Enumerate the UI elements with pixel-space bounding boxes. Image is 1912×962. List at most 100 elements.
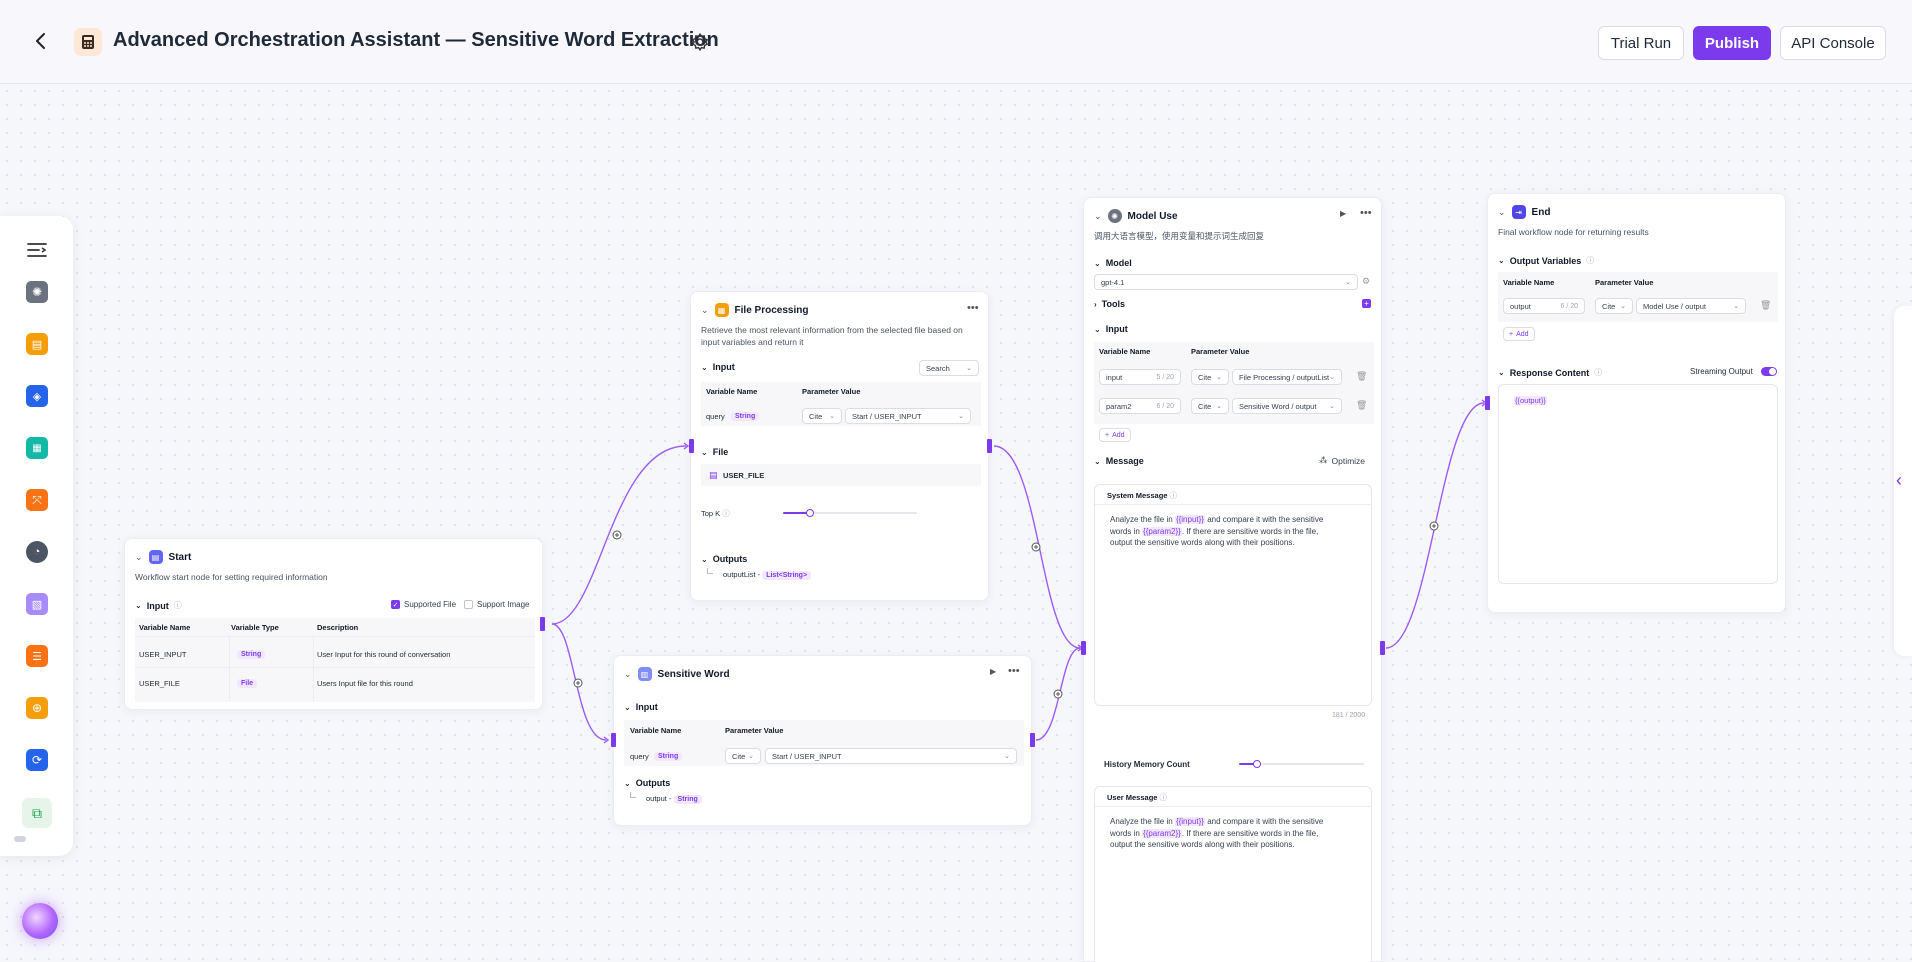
checkbox-unchecked-icon[interactable]: [464, 600, 473, 609]
supported-file-checkbox[interactable]: ✓ Supported File: [391, 600, 456, 609]
add-variable-button[interactable]: + Add: [1099, 428, 1131, 442]
collapse-chevron-icon[interactable]: ⌄: [1094, 211, 1102, 222]
model-label: Model: [1105, 258, 1132, 268]
model-section-header[interactable]: ⌄ Model: [1094, 258, 1132, 268]
variable-name-input[interactable]: output 6 / 20: [1503, 298, 1585, 314]
parameter-value-select[interactable]: Start / USER_INPUT ⌄: [845, 408, 971, 424]
system-message-label: System Message ⓘ: [1107, 491, 1178, 500]
node-title: File Processing: [734, 304, 809, 316]
response-content-value[interactable]: {{output}}: [1514, 396, 1547, 405]
file-section-header[interactable]: ⌄ File: [701, 447, 728, 457]
type-badge: String: [654, 751, 683, 761]
response-content-label: Response Content: [1509, 367, 1590, 378]
model-select[interactable]: gpt-4.1 ⌄: [1094, 274, 1358, 290]
input-label: Input: [1105, 324, 1128, 334]
file-processing-input-handle[interactable]: [689, 439, 694, 453]
collapse-chevron-icon[interactable]: ⌄: [135, 552, 143, 563]
node-description-line2: input variables and return it: [701, 337, 804, 347]
input-section-header[interactable]: ⌄ Input: [1094, 324, 1128, 334]
parameter-value-select[interactable]: File Processing / outputList ⌄: [1232, 369, 1342, 385]
type-badge: String: [731, 411, 760, 421]
chevron-left-icon[interactable]: ‹: [1896, 470, 1902, 491]
parameter-value-select[interactable]: Model Use / output ⌄: [1636, 298, 1746, 314]
streaming-output-label: Streaming Output: [1690, 367, 1753, 376]
node-description-line1: Retrieve the most relevant information f…: [701, 325, 963, 335]
column-header: Description: [317, 623, 359, 632]
user-message-editor[interactable]: [1094, 786, 1372, 962]
delete-icon[interactable]: 🗑: [1356, 371, 1367, 382]
node-title: Sensitive Word: [657, 668, 730, 680]
model-settings-icon[interactable]: ⚙: [1362, 276, 1370, 287]
search-mode-select[interactable]: Search ⌄: [919, 360, 979, 376]
response-content-editor[interactable]: [1498, 384, 1778, 584]
variable-name: USER_FILE: [139, 679, 180, 688]
start-output-handle[interactable]: [540, 617, 545, 631]
tools-section-header[interactable]: › Tools: [1094, 299, 1125, 309]
topk-slider-thumb[interactable]: [806, 509, 814, 517]
user-message-text[interactable]: Analyze the file in {{input}} and compar…: [1110, 816, 1368, 851]
more-options-icon[interactable]: •••: [1008, 665, 1020, 677]
cite-select[interactable]: Cite ⌄: [802, 408, 842, 424]
end-input-handle[interactable]: [1485, 396, 1490, 410]
file-processing-node[interactable]: ⌄ ▦ File Processing ••• Retrieve the mos…: [690, 291, 989, 601]
collapse-chevron-icon[interactable]: ⌄: [624, 669, 632, 680]
add-variable-button[interactable]: + Add: [1503, 327, 1535, 341]
support-image-checkbox[interactable]: Support Image: [464, 600, 529, 609]
parameter-value-select[interactable]: Start / USER_INPUT ⌄: [765, 748, 1017, 764]
cite-select[interactable]: Cite ⌄: [725, 748, 761, 764]
streaming-output-toggle[interactable]: [1761, 367, 1777, 376]
variable-name: query: [706, 412, 725, 421]
message-section-header[interactable]: ⌄ Message: [1094, 456, 1144, 466]
collapse-chevron-icon[interactable]: ⌄: [701, 305, 709, 316]
outputs-section-header[interactable]: ⌄ Outputs: [701, 554, 747, 564]
variable-name-input[interactable]: input 5 / 20: [1099, 369, 1181, 385]
parameter-value-select[interactable]: Sensitive Word / output ⌄: [1232, 398, 1342, 414]
delete-icon[interactable]: 🗑: [1760, 300, 1771, 311]
input-section-header[interactable]: ⌄ Input: [624, 702, 658, 712]
file-processing-icon: ▦: [714, 303, 729, 317]
more-options-icon[interactable]: •••: [1360, 207, 1372, 219]
column-header: Variable Name: [630, 726, 682, 735]
info-icon: ⓘ: [1594, 368, 1603, 377]
model-use-input-handle[interactable]: [1081, 641, 1086, 655]
model-use-output-handle[interactable]: [1380, 641, 1385, 655]
input-section-header[interactable]: ⌄ Input: [701, 362, 735, 372]
start-node[interactable]: ⌄ ▤ Start Workflow start node for settin…: [124, 538, 543, 710]
collapse-chevron-icon[interactable]: ⌄: [1498, 207, 1506, 218]
delete-icon[interactable]: 🗑: [1356, 400, 1367, 411]
sensitive-word-input-handle[interactable]: [611, 733, 616, 747]
output-variables-section-header[interactable]: ⌄ Output Variables ⓘ: [1498, 255, 1594, 266]
cite-select[interactable]: Cite ⌄: [1191, 398, 1229, 414]
info-icon: ⓘ: [1169, 491, 1178, 500]
node-description: 调用大语言模型，使用变量和提示词生成回复: [1094, 231, 1265, 241]
file-processing-output-handle[interactable]: [987, 439, 992, 453]
info-icon: ⓘ: [722, 509, 730, 518]
history-slider-thumb[interactable]: [1253, 760, 1261, 768]
add-tool-icon[interactable]: +: [1362, 299, 1371, 308]
variable-name-input[interactable]: param2 6 / 20: [1099, 398, 1181, 414]
sensitive-word-output-handle[interactable]: [1030, 733, 1035, 747]
column-header: Variable Name: [1099, 347, 1151, 356]
type-badge: File: [237, 678, 258, 688]
system-message-text[interactable]: Analyze the file in {{input}} and compar…: [1110, 514, 1368, 549]
run-node-icon[interactable]: ▶: [1340, 209, 1346, 218]
variable-description: Users Input file for this round: [317, 679, 413, 688]
optimize-button[interactable]: ⁂ Optimize: [1319, 455, 1365, 466]
support-image-label: Support Image: [477, 600, 530, 609]
run-node-icon[interactable]: ▶: [990, 667, 996, 676]
end-node[interactable]: ⌄ ⇥ End Final workflow node for returnin…: [1487, 193, 1786, 613]
outputs-section-header[interactable]: ⌄ Outputs: [624, 778, 670, 788]
checkbox-checked-icon[interactable]: ✓: [391, 600, 400, 609]
node-description: Workflow start node for setting required…: [135, 572, 328, 582]
user-message-label: User Message ⓘ: [1107, 793, 1168, 802]
cite-select[interactable]: Cite ⌄: [1191, 369, 1229, 385]
more-options-icon[interactable]: •••: [967, 302, 979, 314]
response-content-section-header[interactable]: ⌄ Response Content ⓘ: [1498, 367, 1602, 378]
variable-name: query: [630, 752, 649, 761]
output-variable: outputList - List<String>: [723, 570, 812, 580]
input-section-header[interactable]: ⌄ Input ⓘ: [135, 600, 182, 611]
cite-select[interactable]: Cite ⌄: [1595, 298, 1633, 314]
sensitive-word-node[interactable]: ⌄ ▥ Sensitive Word ▶ ••• ⌄ Input Variable…: [613, 655, 1032, 826]
model-use-node[interactable]: ⌄ ✺ Model Use ▶ ••• 调用大语言模型，使用变量和提示词生成回复…: [1083, 197, 1382, 962]
column-header: Variable Name: [706, 387, 758, 396]
